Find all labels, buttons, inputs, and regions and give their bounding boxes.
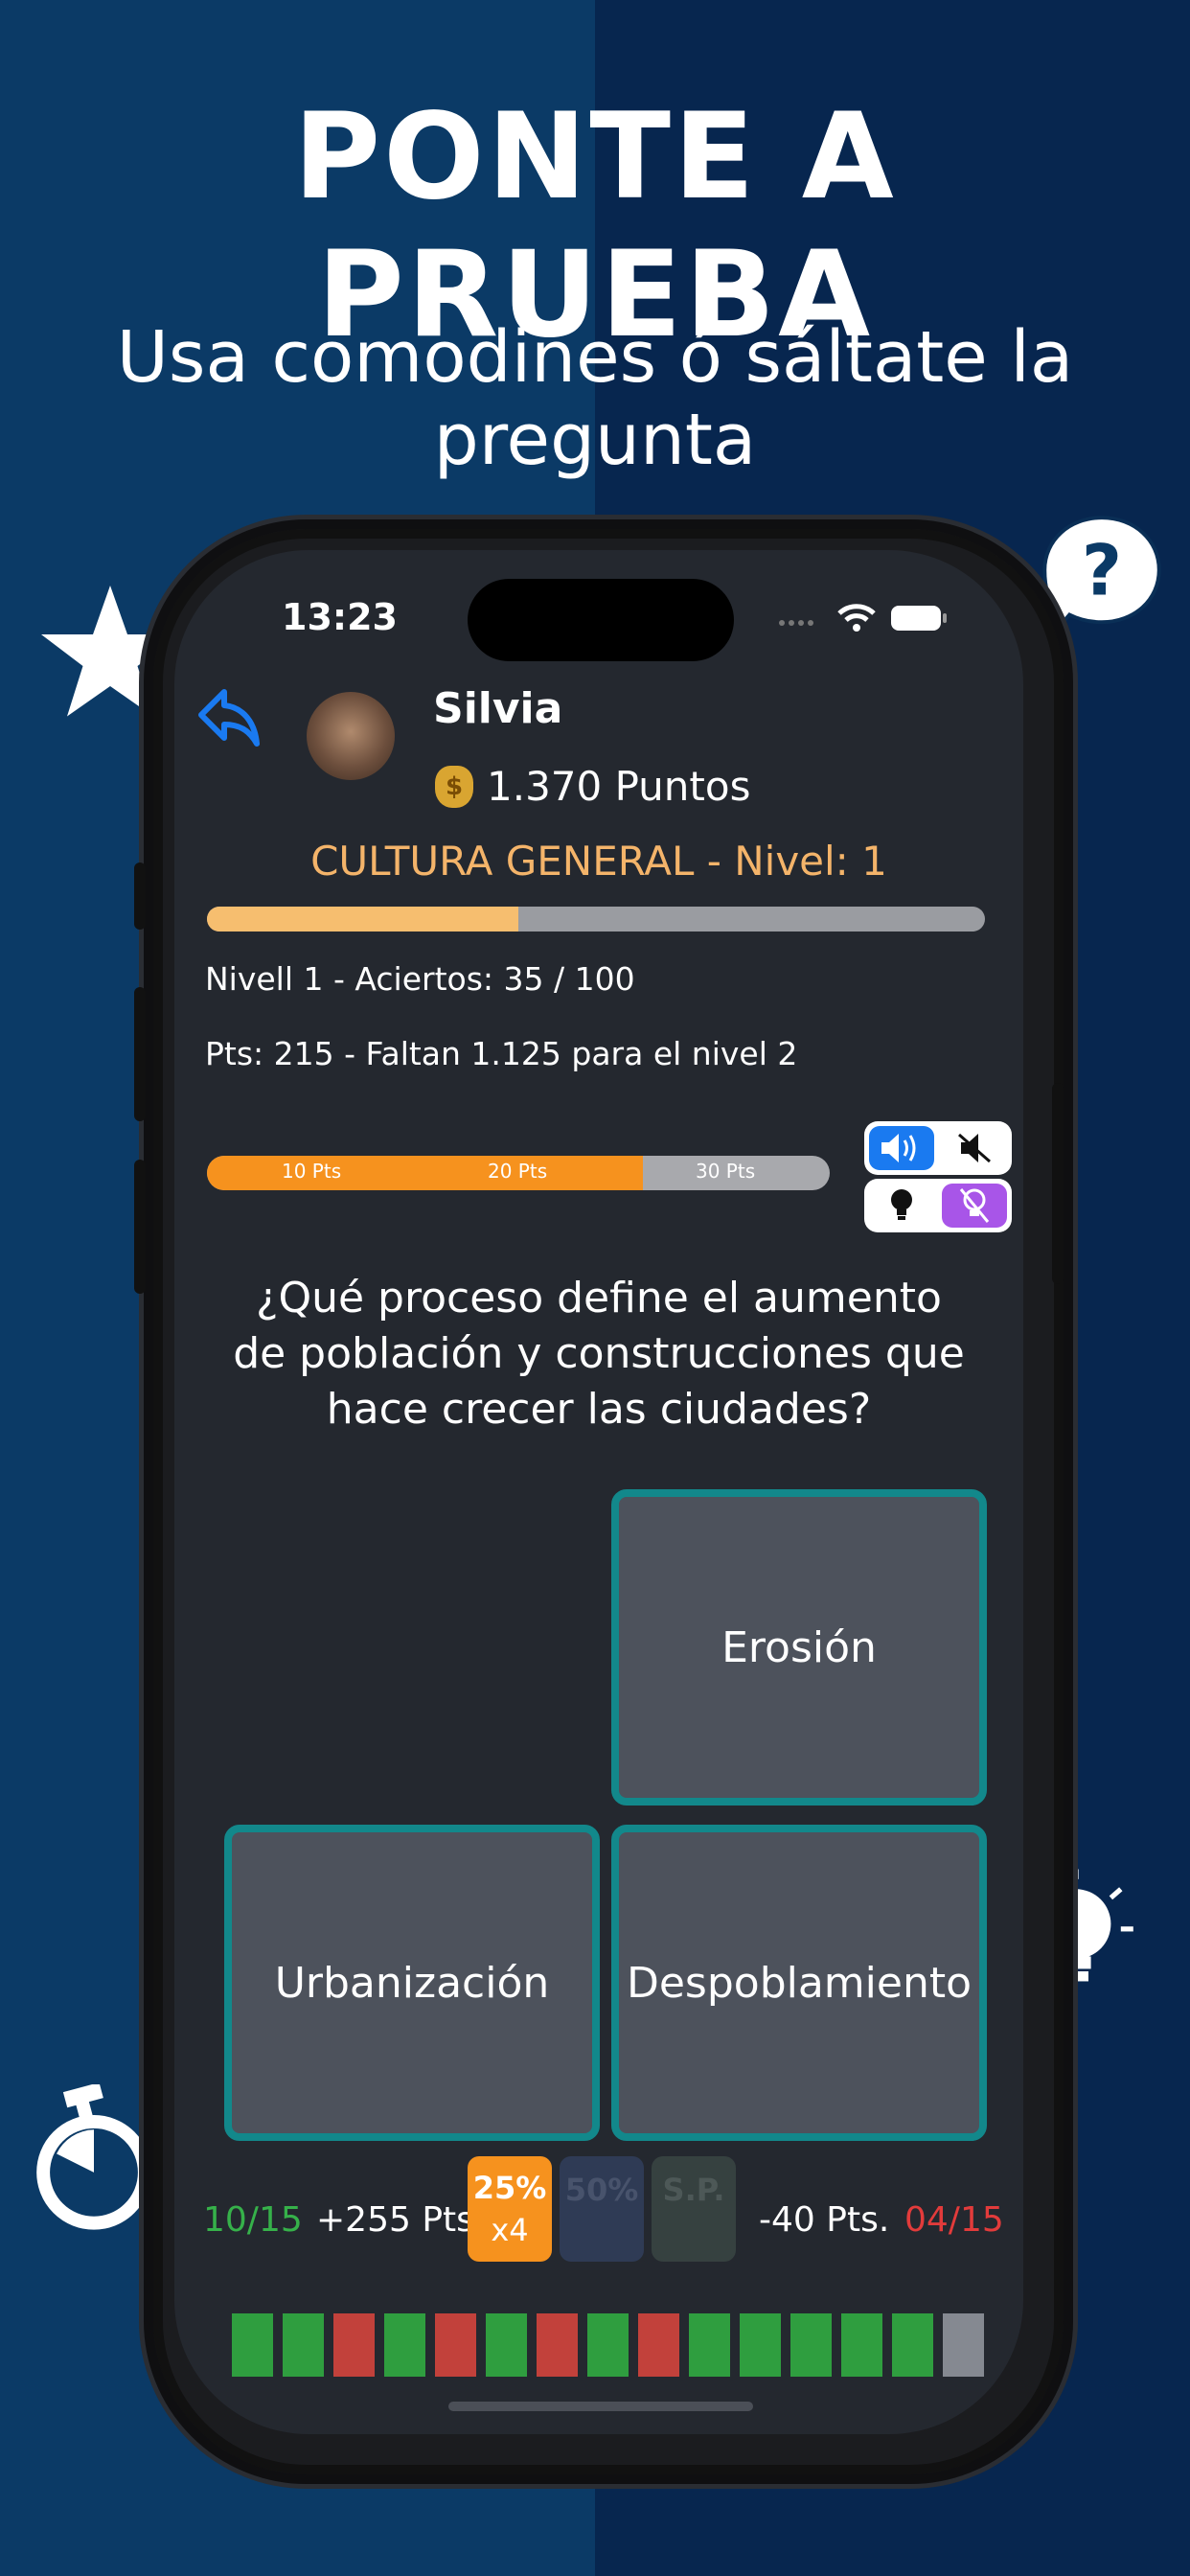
category-title: CULTURA GENERAL - Nivel: 1	[310, 838, 887, 885]
answer-history	[232, 2313, 984, 2377]
speaker-muted-icon[interactable]	[942, 1126, 1007, 1170]
correct-count: 10/15	[203, 2200, 303, 2240]
level-stats: Nivell 1 - Aciertos: 35 / 100	[205, 960, 635, 998]
points-bar-fill	[207, 1156, 643, 1190]
dynamic-island	[468, 579, 734, 661]
history-square-wrong	[333, 2313, 375, 2377]
player-name: Silvia	[433, 684, 563, 733]
points-label: 1.370 Puntos	[487, 763, 751, 810]
points-loss: -40 Pts.	[759, 2200, 890, 2240]
joker-label: 25%	[472, 2170, 547, 2206]
history-square-correct	[384, 2313, 425, 2377]
lightbulb-icon[interactable]	[869, 1184, 934, 1228]
answer-button[interactable]: Despoblamiento	[611, 1825, 987, 2141]
app-screen: 13:23 Silvia $ 1.370 Puntos CULTURA GENE…	[174, 550, 1023, 2434]
money-bag-icon: $	[435, 765, 473, 808]
avatar[interactable]	[307, 692, 395, 780]
history-square-pending	[943, 2313, 984, 2377]
home-indicator	[448, 2402, 753, 2411]
points-tick: 20 Pts	[488, 1160, 548, 1183]
joker-50-button[interactable]: 50%	[560, 2156, 644, 2262]
joker-label: 50%	[564, 2172, 639, 2208]
points-tick: 30 Pts	[696, 1160, 756, 1183]
history-square-correct	[232, 2313, 273, 2377]
level-progress-bar	[207, 907, 985, 932]
history-square-correct	[790, 2313, 832, 2377]
points-tick: 10 Pts	[282, 1160, 342, 1183]
lightbulb-off-icon[interactable]	[942, 1184, 1007, 1228]
question-text: ¿Qué proceso define el aumento de poblac…	[233, 1274, 965, 1434]
joker-skip-button[interactable]: S.P.	[652, 2156, 736, 2262]
stopwatch-icon	[36, 2084, 151, 2230]
hint-toggle[interactable]	[864, 1179, 1012, 1232]
answer-button[interactable]: Erosión	[611, 1489, 987, 1806]
level-progress-fill	[207, 907, 518, 932]
sound-toggle[interactable]	[864, 1121, 1012, 1175]
svg-text:?: ?	[1082, 532, 1122, 612]
back-arrow-icon[interactable]	[195, 684, 263, 751]
joker-count: x4	[491, 2212, 529, 2248]
history-square-correct	[689, 2313, 730, 2377]
player-points: $ 1.370 Puntos	[435, 763, 750, 810]
history-square-correct	[892, 2313, 933, 2377]
points-gain: +255 Pts.	[316, 2200, 486, 2240]
history-square-correct	[486, 2313, 527, 2377]
answer-button[interactable]: Urbanización	[224, 1825, 600, 2141]
history-square-wrong	[537, 2313, 578, 2377]
speaker-on-icon[interactable]	[869, 1126, 934, 1170]
joker-25-button[interactable]: 25% x4	[468, 2156, 552, 2262]
wifi-icon	[837, 604, 876, 632]
phone-side-button	[1052, 1083, 1064, 1284]
points-stats: Pts: 215 - Faltan 1.125 para el nivel 2	[205, 1035, 798, 1072]
wrong-count: 04/15	[904, 2200, 1004, 2240]
history-square-wrong	[638, 2313, 679, 2377]
history-square-correct	[740, 2313, 781, 2377]
phone-side-button	[134, 987, 146, 1121]
joker-label: S.P.	[662, 2172, 725, 2208]
phone-side-button	[134, 1160, 146, 1294]
points-bar: 10 Pts 20 Pts 30 Pts	[207, 1156, 830, 1190]
status-time: 13:23	[282, 596, 398, 638]
signal-icon	[779, 620, 813, 626]
phone-side-button	[134, 862, 146, 930]
status-icons	[778, 600, 947, 634]
history-square-correct	[841, 2313, 882, 2377]
history-square-wrong	[435, 2313, 476, 2377]
history-square-correct	[283, 2313, 324, 2377]
history-square-correct	[587, 2313, 629, 2377]
battery-icon	[891, 606, 947, 631]
promo-subheadline: Usa comodines ó sáltate la pregunta	[116, 316, 1074, 481]
